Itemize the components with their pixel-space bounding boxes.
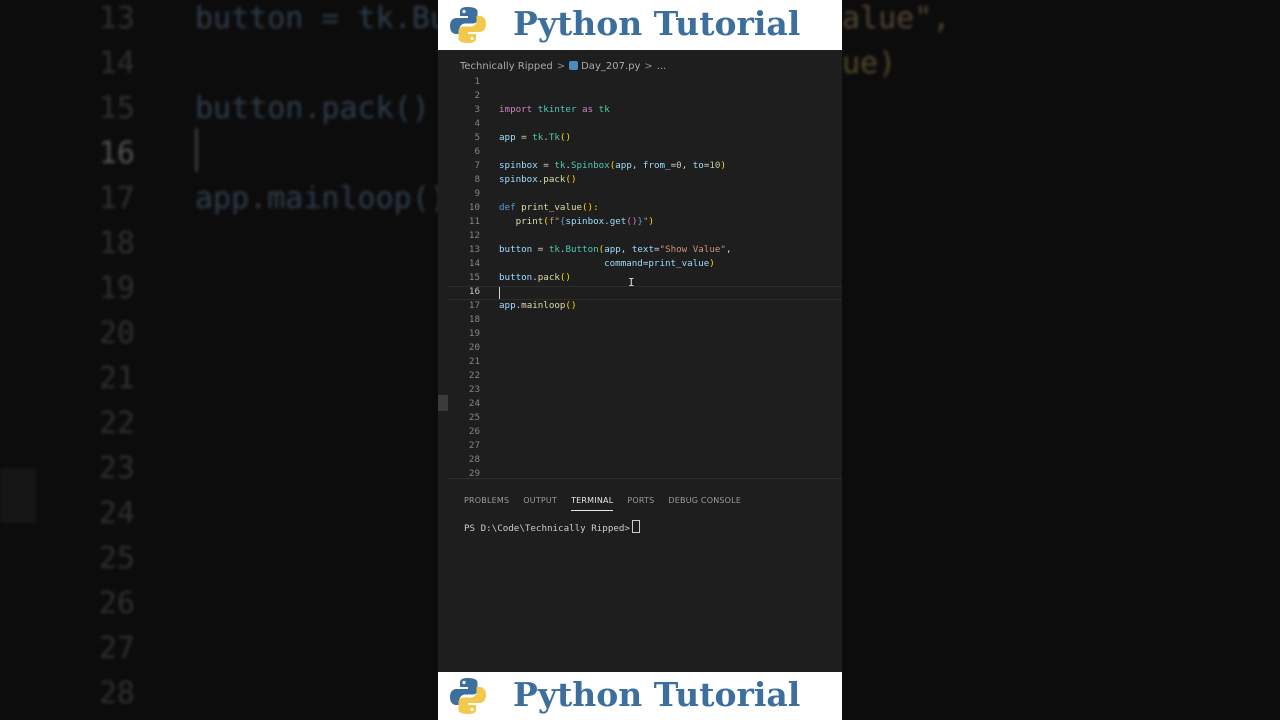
background-line-code: button = tk.Bu	[195, 1, 448, 36]
banner-title: Python Tutorial	[513, 4, 801, 43]
terminal-prompt: PS D:\Code\Technically Ripped>	[464, 523, 630, 534]
current-line-highlight	[448, 286, 842, 300]
line-number: 20	[468, 342, 480, 353]
tab-debug-console[interactable]: DEBUG CONSOLE	[668, 496, 741, 510]
line-number-row: 20	[438, 341, 842, 355]
line-number-row: 25	[438, 411, 842, 425]
line-number-row: 9	[438, 187, 842, 201]
line-number: 24	[468, 398, 480, 409]
line-number: 26	[468, 426, 480, 437]
code-line-14: command=print_value)	[604, 258, 715, 269]
background-cursor	[195, 128, 198, 172]
line-number: 6	[474, 146, 480, 157]
line-number: 4	[474, 118, 480, 129]
line-number: 27	[468, 440, 480, 451]
line-number-row: 26	[438, 425, 842, 439]
code-line-15: button.pack()	[499, 272, 571, 283]
tab-terminal[interactable]: TERMINAL	[571, 496, 614, 511]
top-banner: Python Tutorial	[438, 0, 842, 50]
background-line-number: 14	[98, 46, 135, 81]
line-number-row: 24	[438, 397, 842, 411]
line-number: 23	[468, 384, 480, 395]
background-line-tail: ue)	[842, 46, 897, 81]
line-number: 1	[474, 76, 480, 87]
background-line-number: 25	[98, 541, 135, 576]
line-number: 9	[474, 188, 480, 199]
line-number-row: 28	[438, 453, 842, 467]
chevron-right-icon: >	[644, 61, 653, 72]
line-number: 28	[468, 454, 480, 465]
line-number: 22	[468, 370, 480, 381]
background-line-number: 17	[98, 181, 135, 216]
line-number: 25	[468, 412, 480, 423]
line-number: 18	[468, 314, 480, 325]
line-number-row: 23	[438, 383, 842, 397]
tab-problems[interactable]: PROBLEMS	[464, 496, 509, 510]
line-number: 21	[468, 356, 480, 367]
chevron-right-icon: >	[556, 61, 566, 72]
line-number-row: 19	[438, 327, 842, 341]
tab-ports[interactable]: PORTS	[627, 496, 654, 510]
terminal-cursor	[631, 520, 640, 533]
terminal-output[interactable]: PS D:\Code\Technically Ripped>	[464, 520, 640, 534]
code-editor[interactable]: Technically Ripped > Day_207.py >... 123456…	[438, 50, 842, 672]
line-number: 19	[468, 328, 480, 339]
background-line-number: 20	[98, 316, 135, 351]
background-line-number: 21	[98, 361, 135, 396]
background-line-tail: alue",	[842, 1, 951, 36]
line-number: 12	[468, 230, 480, 241]
background-line-code: app.mainloop()	[195, 181, 448, 216]
background-line-number: 24	[98, 496, 135, 531]
background-line-number: 22	[98, 406, 135, 441]
line-number-row: 1	[438, 75, 842, 89]
breadcrumb-folder[interactable]: Technically Ripped	[460, 61, 553, 72]
line-number-row: 22	[438, 369, 842, 383]
code-line-11: print(f"{spinbox.get()}")	[515, 216, 655, 227]
background-line-number: 23	[98, 451, 135, 486]
python-logo-icon	[450, 7, 486, 43]
code-line-5: app = tk.Tk()	[499, 132, 571, 143]
line-number: 2	[474, 90, 480, 101]
code-line-13: button = tk.Button(app, text="Show Value…	[499, 244, 732, 255]
background-line-number: 27	[98, 631, 135, 666]
line-number-row: 4	[438, 117, 842, 131]
line-number-row: 2	[438, 89, 842, 103]
code-line-10: def print_value():	[499, 202, 599, 213]
breadcrumb: Technically Ripped > Day_207.py >...	[460, 61, 666, 72]
background-line-number: 16	[98, 136, 135, 171]
banner-title: Python Tutorial	[513, 675, 801, 714]
breadcrumb-file[interactable]: Day_207.py	[581, 61, 640, 72]
code-line-7: spinbox = tk.Spinbox(app, from_=0, to=10…	[499, 160, 727, 171]
bottom-panel: PROBLEMS OUTPUT TERMINAL PORTS DEBUG CONSOLE…	[448, 478, 842, 672]
background-line-number: 28	[98, 676, 135, 711]
python-logo-icon	[450, 678, 486, 714]
mouse-ibeam-cursor: I	[628, 276, 635, 289]
tab-output[interactable]: OUTPUT	[523, 496, 557, 510]
background-line-number: 26	[98, 586, 135, 621]
python-file-icon	[569, 61, 579, 70]
background-line-code: button.pack()	[195, 91, 430, 126]
background-line-number: 19	[98, 271, 135, 306]
code-line-17: app.mainloop()	[499, 300, 577, 311]
breadcrumb-more[interactable]: ...	[657, 61, 667, 72]
line-number-row: 6	[438, 145, 842, 159]
background-line-number: 18	[98, 226, 135, 261]
code-line-3: import tkinter as tk	[499, 104, 610, 115]
line-number-row: 27	[438, 439, 842, 453]
line-number-row: 21	[438, 355, 842, 369]
bottom-banner: Python Tutorial	[438, 672, 842, 720]
code-line-8: spinbox.pack()	[499, 174, 577, 185]
background-line-number: 13	[98, 1, 135, 36]
background-line-number: 15	[98, 91, 135, 126]
line-number-row: 18	[438, 313, 842, 327]
panel-tabs: PROBLEMS OUTPUT TERMINAL PORTS DEBUG CONSOLE	[464, 488, 755, 511]
line-number-row: 12	[438, 229, 842, 243]
